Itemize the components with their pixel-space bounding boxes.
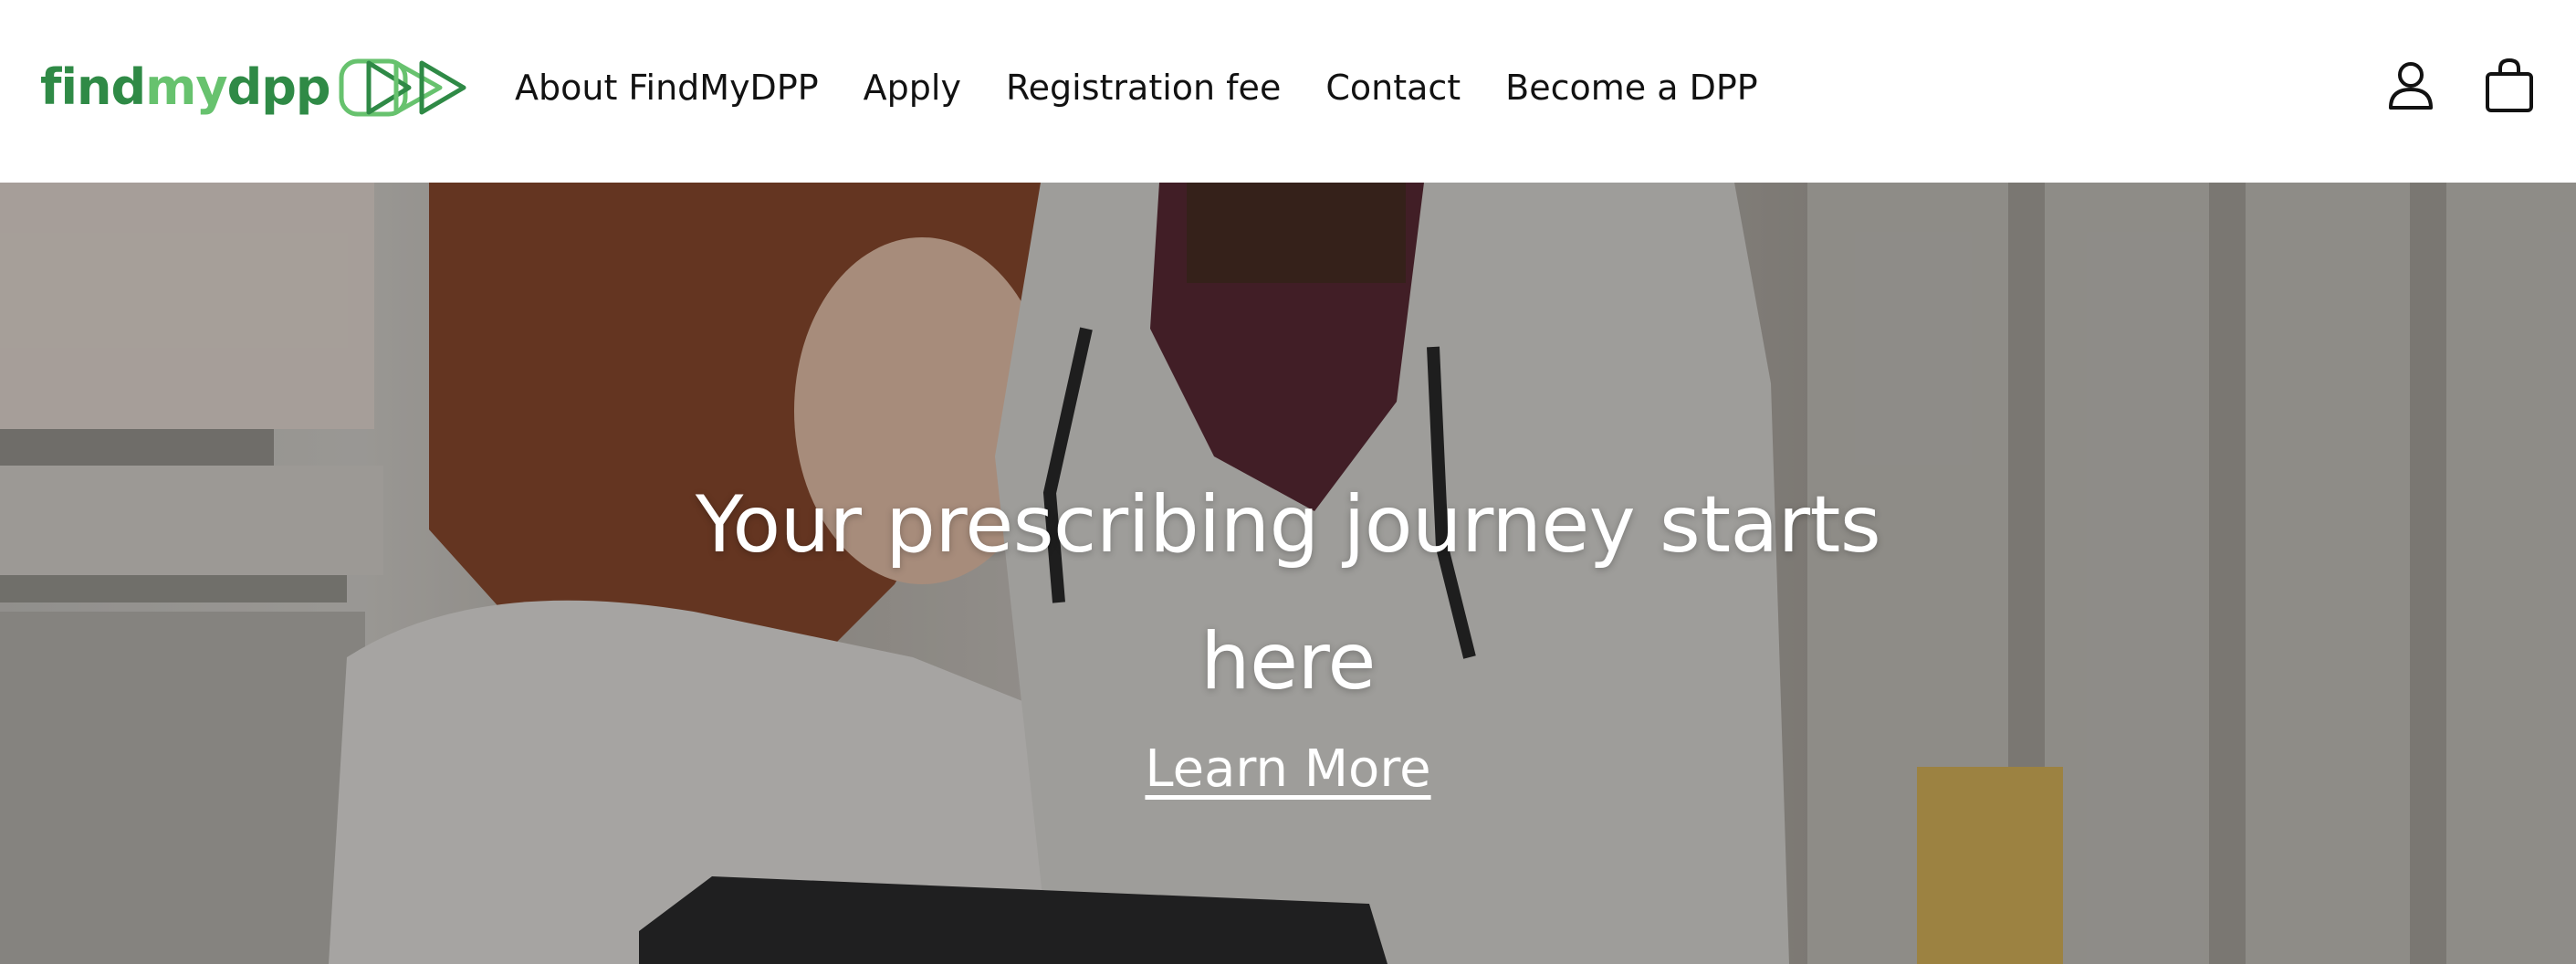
account-icon xyxy=(2389,62,2433,110)
hero-title: Your prescribing journey starts here xyxy=(695,479,1881,707)
main-nav: About FindMyDPP Apply Registration fee C… xyxy=(515,55,1803,120)
cart-icon xyxy=(2486,58,2533,112)
nav-contact[interactable]: Contact xyxy=(1325,68,1461,108)
header-icons xyxy=(2342,51,2539,120)
hero-content: Your prescribing journey starts here Lea… xyxy=(0,456,2576,799)
nav-become-dpp[interactable]: Become a DPP xyxy=(1505,68,1758,108)
brand-logo[interactable]: findmydpp xyxy=(40,51,467,124)
logo-wordmark: findmydpp xyxy=(40,58,331,116)
site-header: findmydpp About FindMyDPP Apply Registra… xyxy=(0,0,2576,183)
cart-button[interactable] xyxy=(2479,51,2539,120)
hero-banner: Your prescribing journey starts here Lea… xyxy=(0,183,2576,964)
nav-about[interactable]: About FindMyDPP xyxy=(515,68,819,108)
learn-more-link[interactable]: Learn More xyxy=(1145,739,1430,799)
account-button[interactable] xyxy=(2381,51,2441,120)
double-play-icon xyxy=(339,58,466,117)
nav-registration-fee[interactable]: Registration fee xyxy=(1006,68,1281,108)
nav-apply[interactable]: Apply xyxy=(864,68,961,108)
